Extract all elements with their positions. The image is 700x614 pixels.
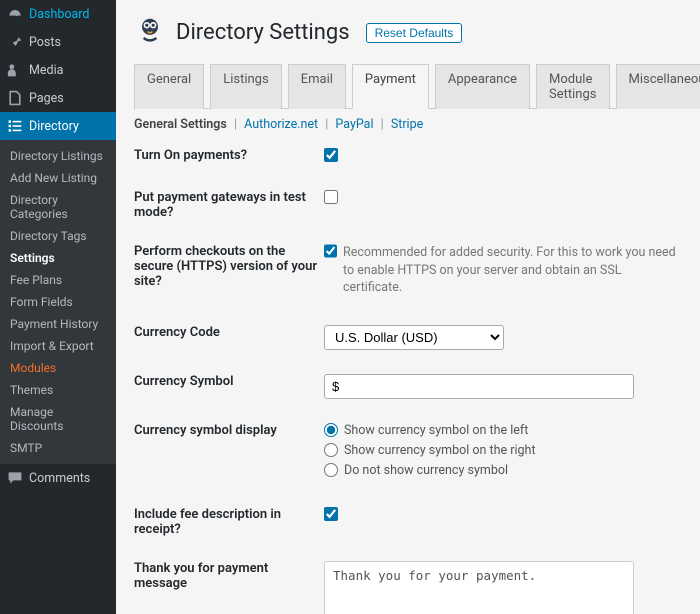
sidebar-item-pages[interactable]: Pages — [0, 84, 116, 112]
label-test-mode: Put payment gateways in test mode? — [134, 190, 324, 220]
pin-icon — [7, 34, 23, 50]
sidebar-subitem-form-fields[interactable]: Form Fields — [0, 291, 116, 313]
sidebar-item-comments[interactable]: Comments — [0, 464, 116, 492]
symbol-display-option-label: Do not show currency symbol — [344, 463, 508, 478]
sidebar-item-directory[interactable]: Directory — [0, 112, 116, 140]
sidebar-item-posts[interactable]: Posts — [0, 28, 116, 56]
subnav-current: General Settings — [134, 117, 227, 132]
sidebar-item-label: Media — [29, 63, 63, 78]
list-icon — [7, 118, 23, 134]
reset-defaults-button[interactable]: Reset Defaults — [366, 23, 463, 43]
subnav-link-stripe[interactable]: Stripe — [391, 117, 423, 132]
plugin-logo-icon — [134, 14, 166, 50]
label-thank-you-msg: Thank you for payment message — [134, 561, 324, 591]
sidebar-item-label: Dashboard — [29, 7, 89, 22]
sidebar-item-media[interactable]: Media — [0, 56, 116, 84]
thank-you-message-textarea[interactable] — [324, 561, 634, 614]
subnav-link-authorize[interactable]: Authorize.net — [244, 117, 318, 132]
symbol-display-option-none[interactable]: Do not show currency symbol — [324, 463, 682, 478]
label-include-fee-desc: Include fee description in receipt? — [134, 507, 324, 537]
sidebar-item-label: Directory — [29, 119, 79, 134]
tab-general[interactable]: General — [134, 64, 204, 109]
currency-symbol-input[interactable] — [324, 374, 634, 399]
sidebar-item-label: Comments — [29, 471, 90, 486]
page-icon — [7, 90, 23, 106]
sidebar-subitem-smtp[interactable]: SMTP — [0, 437, 116, 459]
sidebar-subitem-fee-plans[interactable]: Fee Plans — [0, 269, 116, 291]
currency-code-select[interactable]: U.S. Dollar (USD) — [324, 325, 504, 350]
sidebar-subitem-tags[interactable]: Directory Tags — [0, 225, 116, 247]
tab-payment[interactable]: Payment — [352, 64, 429, 109]
sidebar-subitem-add-new[interactable]: Add New Listing — [0, 167, 116, 189]
sidebar-item-label: Posts — [29, 35, 61, 50]
label-symbol-display: Currency symbol display — [134, 423, 324, 438]
subnav-link-paypal[interactable]: PayPal — [335, 117, 373, 132]
payment-subnav: General Settings | Authorize.net | PayPa… — [134, 109, 682, 148]
tab-miscellaneous[interactable]: Miscellaneous — [616, 64, 700, 109]
sidebar-subitem-discounts[interactable]: Manage Discounts — [0, 401, 116, 437]
tab-appearance[interactable]: Appearance — [435, 64, 530, 109]
sidebar-subitem-import-export[interactable]: Import & Export — [0, 335, 116, 357]
symbol-display-option-label: Show currency symbol on the left — [344, 423, 528, 438]
tab-module-settings[interactable]: Module Settings — [536, 64, 609, 109]
symbol-display-option-right[interactable]: Show currency symbol on the right — [324, 443, 682, 458]
dashboard-icon — [7, 6, 23, 22]
sidebar-subitem-categories[interactable]: Directory Categories — [0, 189, 116, 225]
comments-icon — [7, 470, 23, 486]
symbol-display-option-label: Show currency symbol on the right — [344, 443, 536, 458]
https-checkout-help: Recommended for added security. For this… — [343, 244, 682, 297]
sidebar-submenu: Directory Listings Add New Listing Direc… — [0, 140, 116, 464]
admin-sidebar: Dashboard Posts Media Pages — [0, 0, 116, 614]
sidebar-item-label: Pages — [29, 91, 64, 106]
tab-listings[interactable]: Listings — [210, 64, 281, 109]
label-https-checkout: Perform checkouts on the secure (HTTPS) … — [134, 244, 324, 289]
turn-on-payments-checkbox[interactable] — [324, 148, 338, 162]
main-content: Directory Settings Reset Defaults Genera… — [116, 0, 700, 614]
sidebar-subitem-payment-history[interactable]: Payment History — [0, 313, 116, 335]
sidebar-subitem-settings[interactable]: Settings — [0, 247, 116, 269]
symbol-display-radio-left[interactable] — [324, 423, 338, 437]
symbol-display-radio-right[interactable] — [324, 443, 338, 457]
tab-email[interactable]: Email — [288, 64, 346, 109]
include-fee-desc-checkbox[interactable] — [324, 507, 338, 521]
sidebar-item-dashboard[interactable]: Dashboard — [0, 0, 116, 28]
symbol-display-option-left[interactable]: Show currency symbol on the left — [324, 423, 682, 438]
sidebar-subitem-themes[interactable]: Themes — [0, 379, 116, 401]
media-icon — [7, 62, 23, 78]
settings-tabs: General Listings Email Payment Appearanc… — [134, 64, 682, 109]
sidebar-subitem-listings[interactable]: Directory Listings — [0, 145, 116, 167]
label-currency-symbol: Currency Symbol — [134, 374, 324, 389]
test-mode-checkbox[interactable] — [324, 190, 338, 204]
symbol-display-radio-none[interactable] — [324, 463, 338, 477]
sidebar-subitem-modules[interactable]: Modules — [0, 357, 116, 379]
label-currency-code: Currency Code — [134, 325, 324, 340]
page-title: Directory Settings — [176, 20, 350, 45]
label-turn-on-payments: Turn On payments? — [134, 148, 324, 163]
https-checkout-checkbox[interactable] — [324, 244, 337, 258]
